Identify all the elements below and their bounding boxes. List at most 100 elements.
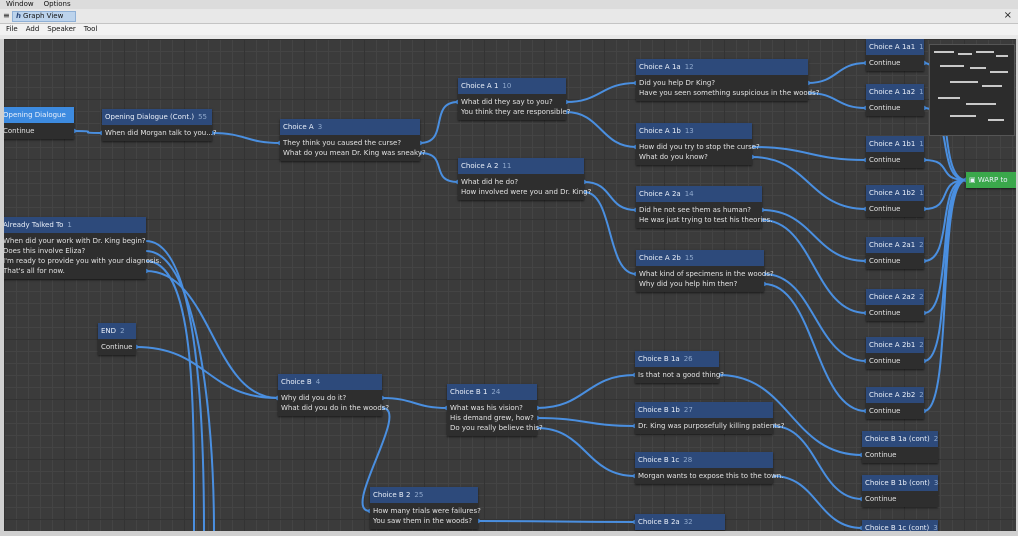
node-title[interactable]: Choice A 1b219 bbox=[866, 185, 924, 201]
node-option[interactable]: Continue bbox=[101, 342, 133, 352]
menu-speaker[interactable]: Speaker bbox=[47, 24, 75, 35]
dialogue-node[interactable]: Choice A 2 11 What did he do? How involved … bbox=[458, 158, 591, 200]
node-title[interactable]: Choice B 1c (cont)31 bbox=[862, 520, 938, 531]
node-option[interactable]: What did he do? bbox=[461, 177, 581, 187]
dialogue-node[interactable]: Choice A 2b122 Continue bbox=[866, 337, 924, 369]
node-title[interactable]: Opening Dialogue bbox=[4, 107, 74, 123]
dialogue-node[interactable]: Choice B 1c 28 Morgan wants to expose this… bbox=[635, 452, 783, 484]
dialogue-node[interactable]: Choice A 1 10 What did they say to you? You… bbox=[458, 78, 570, 120]
node-title[interactable]: Choice A 1 10 bbox=[458, 78, 566, 94]
dialogue-node[interactable]: Choice A 2a221 Continue bbox=[866, 289, 924, 321]
minimap[interactable] bbox=[929, 44, 1015, 136]
node-title[interactable]: Choice B 2 25 bbox=[370, 487, 478, 503]
dialogue-node[interactable]: Choice A 1b219 Continue bbox=[866, 185, 924, 217]
dialogue-node[interactable]: Choice B 1 24 What was his vision? His dema… bbox=[447, 384, 543, 436]
dialogue-node[interactable]: Choice B 1a 26 Is that not a good thing? bbox=[635, 351, 724, 383]
dialogue-node[interactable]: Choice A 1b118 Continue bbox=[866, 136, 924, 168]
dialogue-node[interactable]: Choice B 4 Why did you do it? What did you … bbox=[278, 374, 389, 416]
node-option[interactable]: What kind of specimens in the woods? bbox=[639, 269, 774, 279]
node-title[interactable]: Choice A 1a 12 bbox=[636, 59, 808, 75]
node-option[interactable]: Does this involve Eliza? bbox=[4, 246, 143, 256]
dialogue-node[interactable]: END 2 Continue bbox=[98, 323, 136, 355]
node-option[interactable]: How many trials were failures? bbox=[373, 506, 481, 516]
menu-tool[interactable]: Tool bbox=[84, 24, 98, 35]
dialogue-node[interactable]: Choice A 1b 13 How did you try to stop the… bbox=[636, 123, 760, 165]
node-title[interactable]: Choice A 2b 15 bbox=[636, 250, 764, 266]
node-option[interactable]: What did you do in the woods? bbox=[281, 403, 389, 413]
node-option[interactable]: Continue bbox=[865, 494, 935, 504]
node-title[interactable]: Choice A 2a221 bbox=[866, 289, 924, 305]
node-title[interactable]: Choice A 2b223 bbox=[866, 387, 924, 403]
node-title[interactable]: Choice A 1a217 bbox=[866, 84, 924, 100]
node-option[interactable]: He was just trying to test his theories. bbox=[639, 215, 772, 225]
menu-add[interactable]: Add bbox=[26, 24, 40, 35]
dialogue-node[interactable]: Choice A 2a 14 Did he not see them as huma… bbox=[636, 186, 772, 228]
node-title[interactable]: Choice B 1a 26 bbox=[635, 351, 719, 367]
menu-file[interactable]: File bbox=[6, 24, 18, 35]
node-option[interactable]: You think they are responsible? bbox=[461, 107, 570, 117]
node-title[interactable]: Choice B 1b 27 bbox=[635, 402, 773, 418]
node-option[interactable]: What do you mean Dr. King was sneaky? bbox=[283, 148, 426, 158]
node-option[interactable]: Continue bbox=[869, 103, 921, 113]
dialogue-node[interactable]: Choice B 2a 32 bbox=[635, 514, 725, 530]
node-option[interactable]: When did your work with Dr. King begin? bbox=[4, 236, 146, 246]
node-option[interactable]: You saw them in the woods? bbox=[373, 516, 475, 526]
node-option[interactable]: His demand grew, how? bbox=[450, 413, 534, 423]
menu-icon[interactable]: ≡ bbox=[3, 12, 10, 20]
menu-options[interactable]: Options bbox=[44, 0, 71, 9]
node-option[interactable]: When did Morgan talk to you...? bbox=[105, 128, 217, 138]
node-title[interactable]: Choice B 1b (cont)30 bbox=[862, 475, 938, 491]
node-option[interactable]: What did they say to you? bbox=[461, 97, 563, 107]
node-option[interactable]: Continue bbox=[869, 155, 921, 165]
node-option[interactable]: Continue bbox=[869, 356, 921, 366]
dialogue-node[interactable]: Already Talked To 1 When did your work wit… bbox=[4, 217, 161, 279]
node-title[interactable]: Choice B 1a (cont)29 bbox=[862, 431, 938, 447]
node-title[interactable]: Choice A 2 11 bbox=[458, 158, 584, 174]
node-option[interactable]: Continue bbox=[869, 256, 921, 266]
dialogue-node[interactable]: Choice A 2b 15 What kind of specimens in t… bbox=[636, 250, 774, 292]
dialogue-node[interactable]: Choice B 1b 27 Dr. King was purposefully k… bbox=[635, 402, 784, 434]
dialogue-node[interactable]: Choice A 1a116 Continue bbox=[866, 39, 924, 71]
close-icon[interactable]: × bbox=[1004, 10, 1012, 22]
node-option[interactable]: Continue bbox=[865, 450, 935, 460]
tab-graph-view[interactable]: ℎ Graph View bbox=[12, 11, 76, 22]
node-title[interactable]: Choice B 1 24 bbox=[447, 384, 537, 400]
node-title[interactable]: Choice A 1b 13 bbox=[636, 123, 752, 139]
node-option[interactable]: Continue bbox=[869, 204, 921, 214]
node-title[interactable]: Choice A 1b118 bbox=[866, 136, 924, 152]
dialogue-node[interactable]: Choice A 2a120 Continue bbox=[866, 237, 924, 269]
node-option[interactable]: Continue bbox=[4, 126, 71, 136]
node-option[interactable]: Continue bbox=[869, 406, 921, 416]
node-option[interactable]: Continue bbox=[869, 308, 921, 318]
dialogue-node[interactable]: Choice A 2b223 Continue bbox=[866, 387, 924, 419]
node-option[interactable]: Why did you do it? bbox=[281, 393, 379, 403]
node-option[interactable]: Dr. King was purposefully killing patien… bbox=[638, 421, 784, 431]
node-option[interactable]: Did he not see them as human? bbox=[639, 205, 759, 215]
node-title[interactable]: END 2 bbox=[98, 323, 136, 339]
dialogue-node[interactable]: Choice B 2 25 How many trials were failure… bbox=[370, 487, 481, 529]
node-option[interactable]: Have you seen something suspicious in th… bbox=[639, 88, 819, 98]
dialogue-node[interactable]: Opening Dialogue Continue bbox=[4, 107, 74, 139]
node-title[interactable]: Choice A 1a116 bbox=[866, 39, 924, 55]
node-option[interactable]: What was his vision? bbox=[450, 403, 534, 413]
node-option[interactable]: Do you really believe this? bbox=[450, 423, 543, 433]
node-title[interactable]: Choice B 2a 32 bbox=[635, 514, 725, 530]
node-title[interactable]: Choice B4 bbox=[278, 374, 382, 390]
menu-window[interactable]: Window bbox=[6, 0, 34, 9]
dialogue-node[interactable]: Choice B 1b (cont)30 Continue bbox=[862, 475, 938, 507]
node-title[interactable]: Choice A 2a 14 bbox=[636, 186, 762, 202]
node-option[interactable]: Morgan wants to expose this to the town. bbox=[638, 471, 783, 481]
node-option[interactable]: That's all for now. bbox=[4, 266, 143, 276]
dialogue-node[interactable]: Choice B 1c (cont)31 bbox=[862, 520, 938, 531]
graph-canvas[interactable]: Opening Dialogue Continue Opening Dialogue… bbox=[4, 39, 1016, 531]
node-title[interactable]: Opening Dialogue (Cont.) 55 bbox=[102, 109, 212, 125]
node-option[interactable]: What do you know? bbox=[639, 152, 749, 162]
node-title[interactable]: ▣ WARP to bbox=[966, 172, 1016, 188]
node-title[interactable]: Already Talked To 1 bbox=[4, 217, 146, 233]
dialogue-node[interactable]: Opening Dialogue (Cont.) 55 When did Morga… bbox=[102, 109, 217, 141]
node-title[interactable]: Choice B 1c 28 bbox=[635, 452, 773, 468]
dialogue-node[interactable]: Choice A 3 They think you caused the curse… bbox=[280, 119, 426, 161]
node-option[interactable]: Why did you help him then? bbox=[639, 279, 761, 289]
node-option[interactable]: Did you help Dr King? bbox=[639, 78, 805, 88]
node-title[interactable]: Choice A 2b122 bbox=[866, 337, 924, 353]
